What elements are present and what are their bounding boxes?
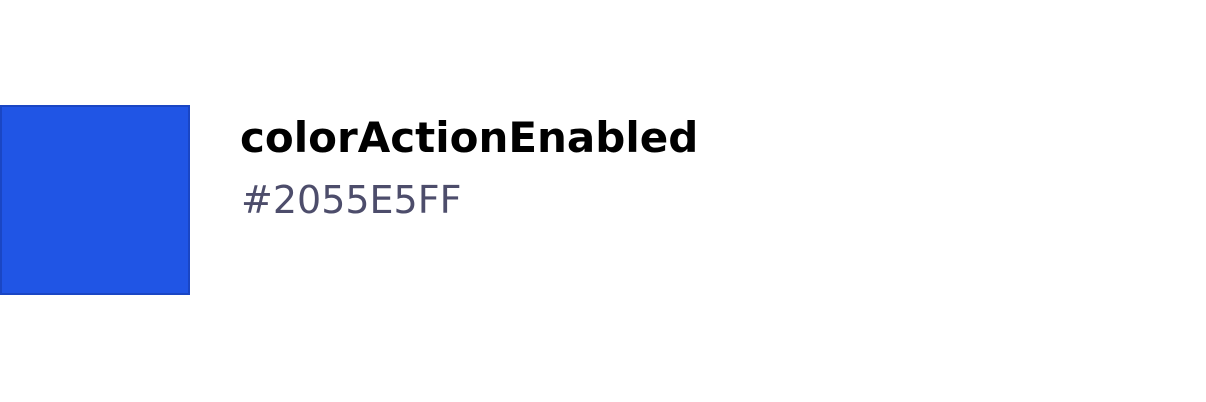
- color-swatch: [0, 105, 190, 295]
- color-token-card: colorActionEnabled #2055E5FF: [0, 0, 1206, 402]
- token-name: colorActionEnabled: [240, 113, 699, 162]
- token-value: #2055E5FF: [241, 178, 462, 222]
